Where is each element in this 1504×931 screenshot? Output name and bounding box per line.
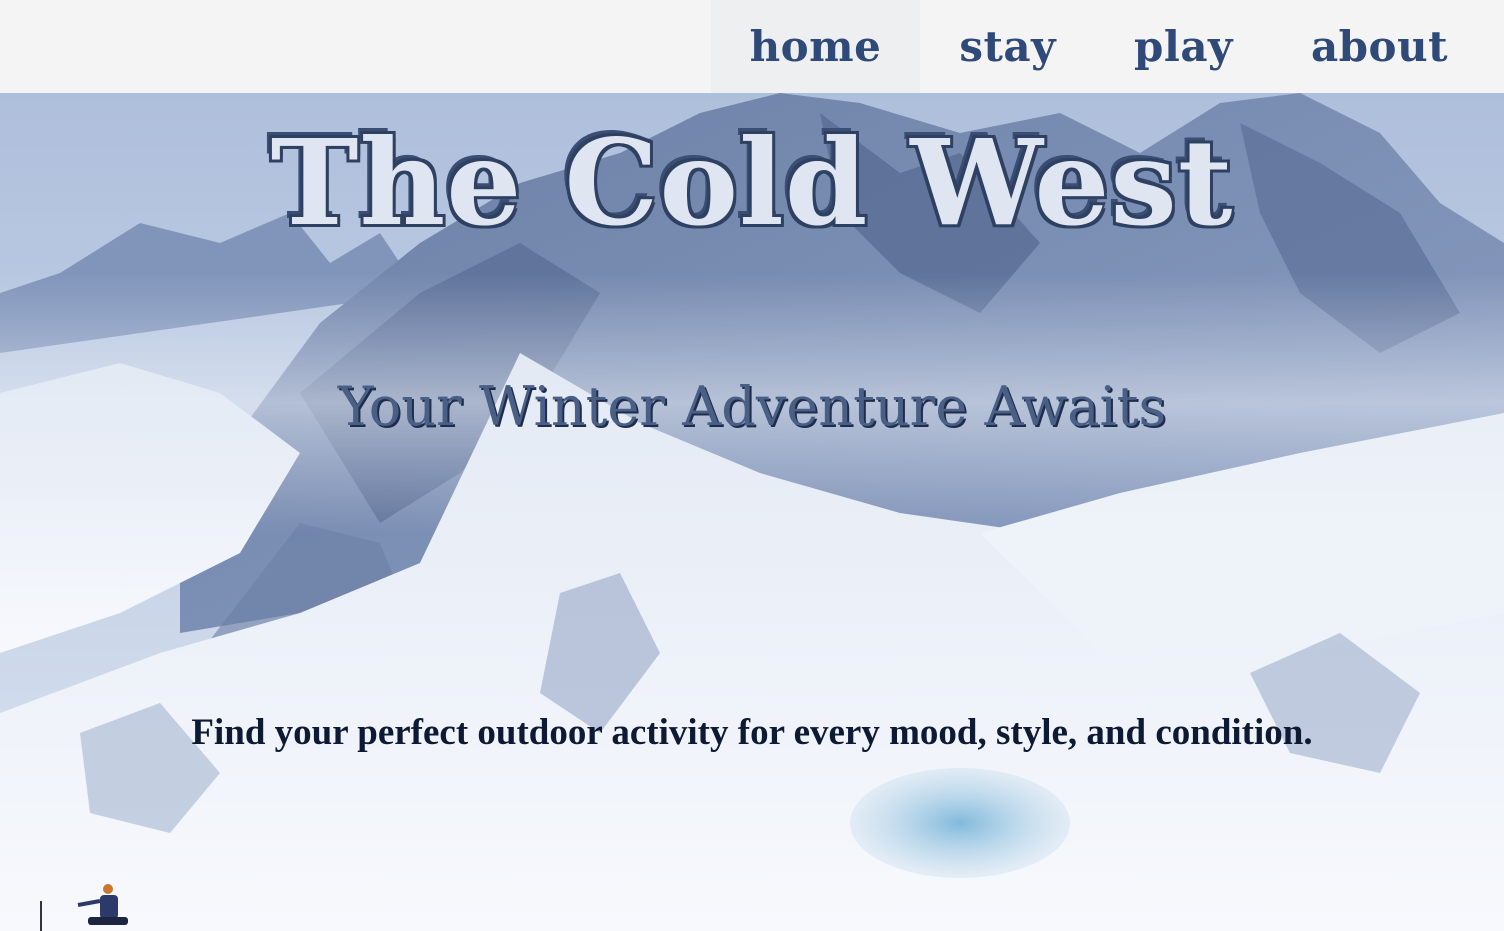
hero-subtitle: Your Winter Adventure Awaits: [337, 375, 1167, 438]
hero-tagline: Find your perfect outdoor activity for e…: [191, 712, 1313, 753]
nav-list: home stay play about: [710, 0, 1504, 93]
nav-item-stay[interactable]: stay: [920, 0, 1095, 93]
top-navbar: home stay play about: [0, 0, 1504, 93]
nav-item-about[interactable]: about: [1272, 0, 1504, 93]
page: home stay play about The Cold West Your …: [0, 0, 1504, 931]
nav-item-play[interactable]: play: [1095, 0, 1272, 93]
nav-item-home[interactable]: home: [710, 0, 921, 93]
hero-section: The Cold West Your Winter Adventure Awai…: [0, 93, 1504, 931]
hero-title: The Cold West: [270, 113, 1234, 252]
